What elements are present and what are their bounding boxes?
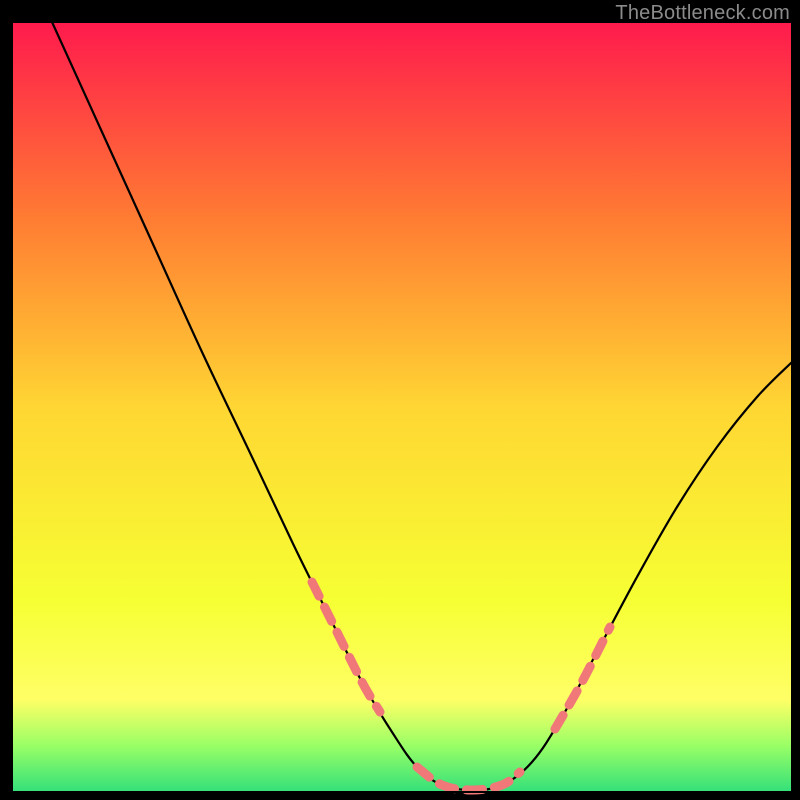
plot-background: [12, 22, 792, 792]
bottleneck-curve-chart: [0, 0, 800, 800]
chart-stage: TheBottleneck.com: [0, 0, 800, 800]
